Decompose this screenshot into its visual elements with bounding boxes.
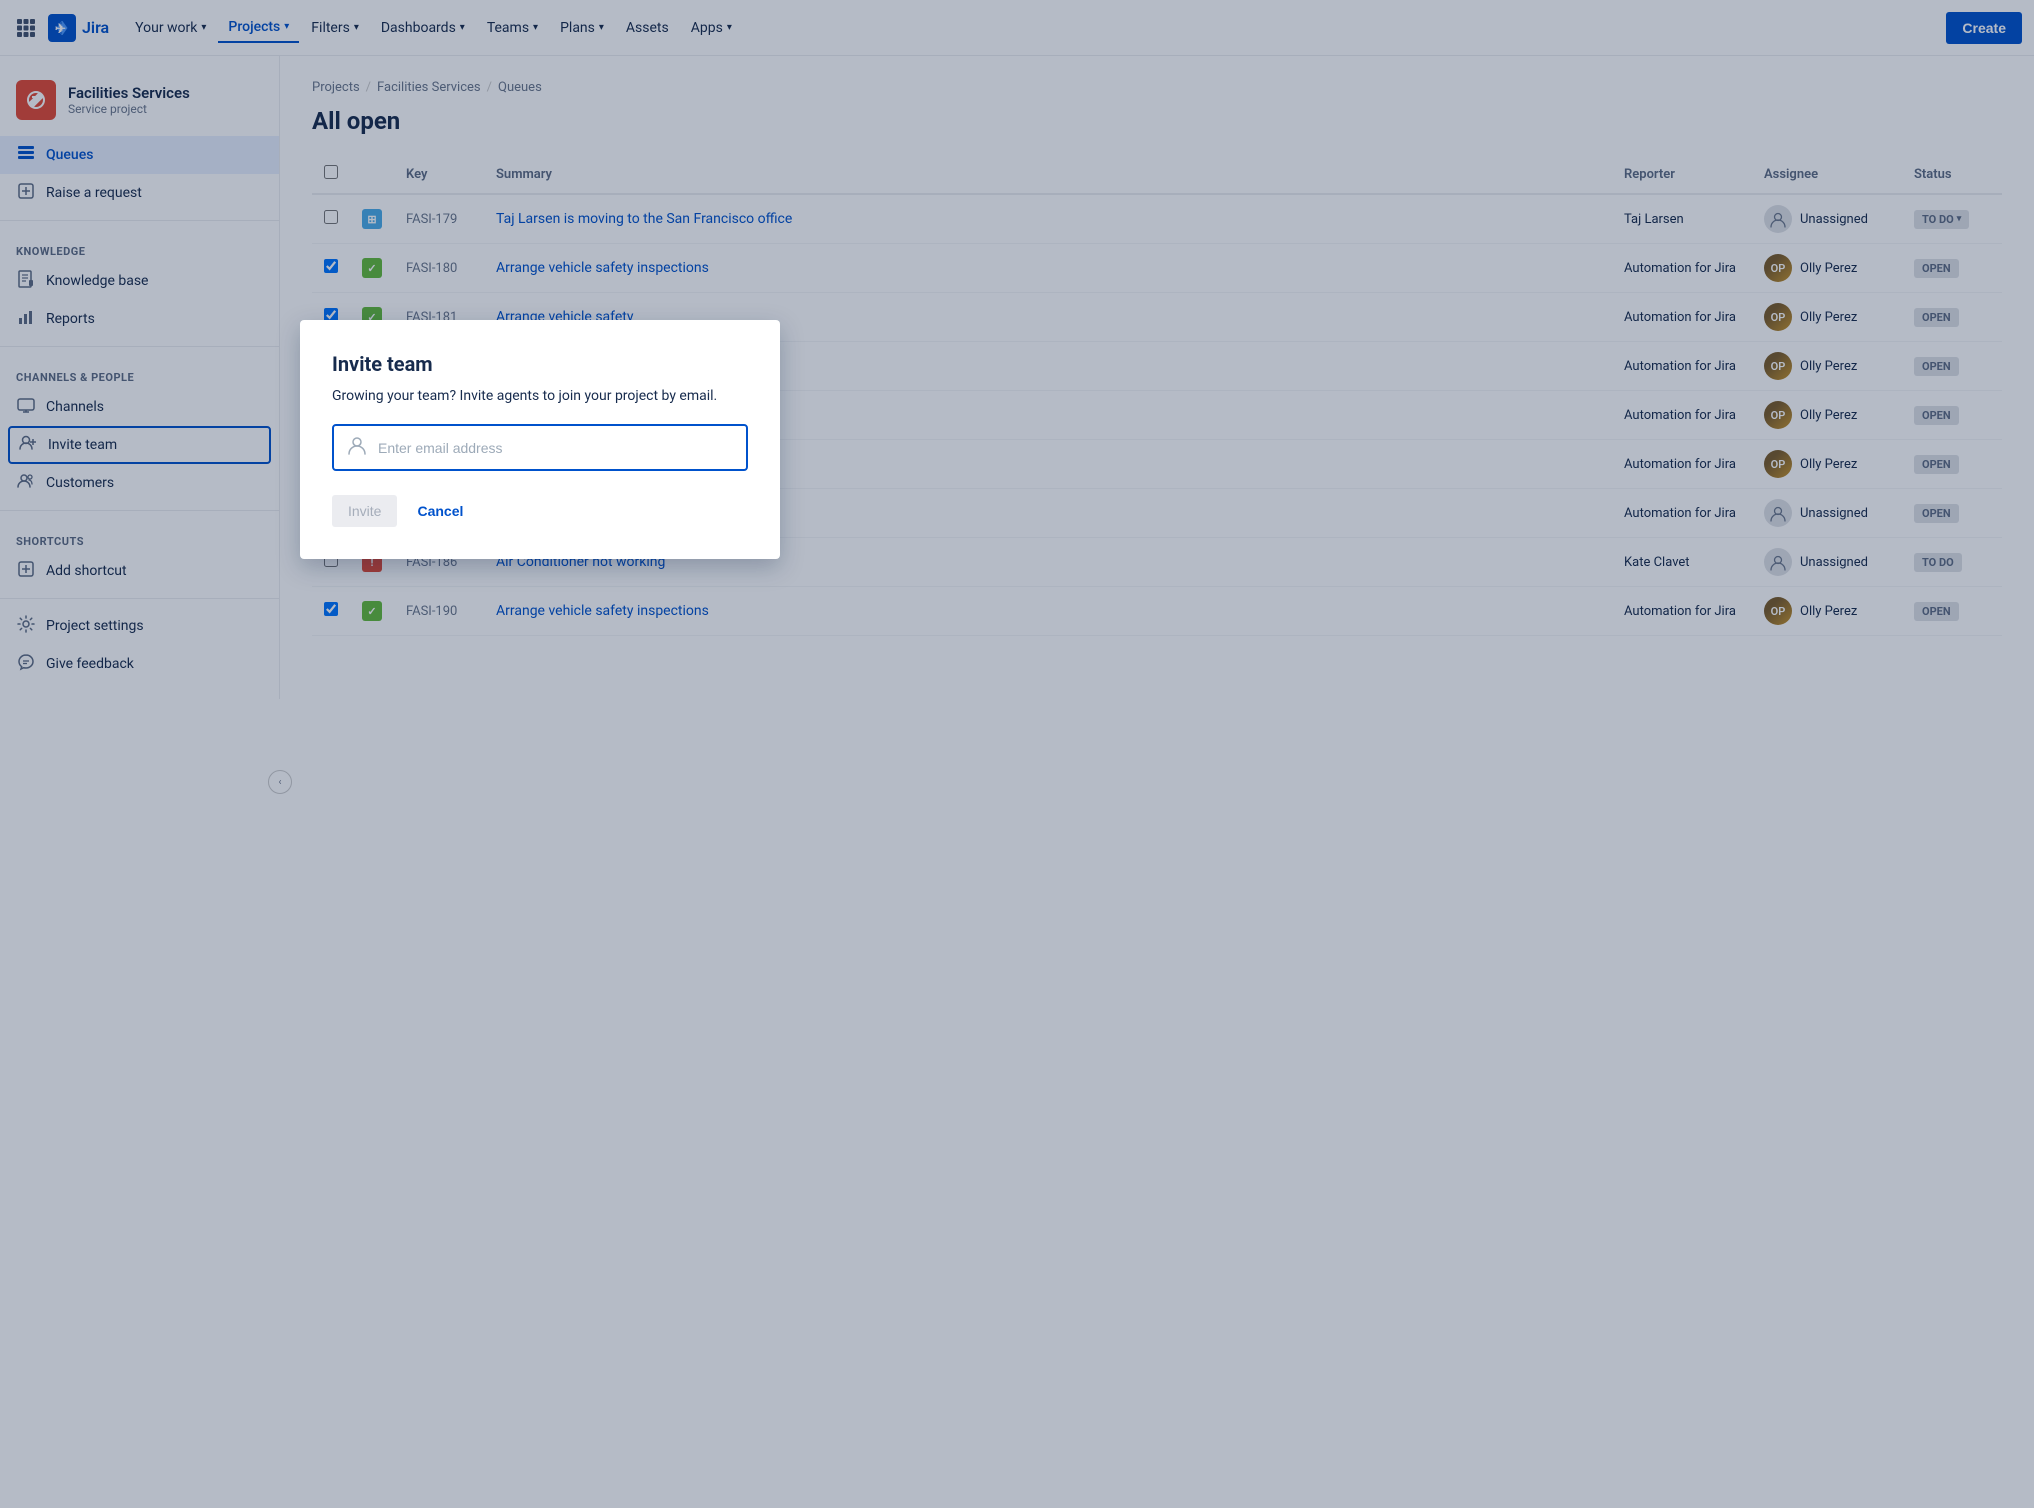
cancel-button[interactable]: Cancel (409, 495, 471, 527)
user-avatar-icon (346, 434, 368, 461)
modal-overlay[interactable]: Invite team Growing your team? Invite ag… (0, 0, 2034, 1508)
modal-title: Invite team (332, 352, 748, 376)
invite-button[interactable]: Invite (332, 495, 397, 527)
email-input[interactable] (378, 440, 734, 456)
modal-description: Growing your team? Invite agents to join… (332, 388, 748, 404)
email-input-wrapper (332, 424, 748, 471)
modal-actions: Invite Cancel (332, 495, 748, 527)
invite-team-modal: Invite team Growing your team? Invite ag… (300, 320, 780, 559)
